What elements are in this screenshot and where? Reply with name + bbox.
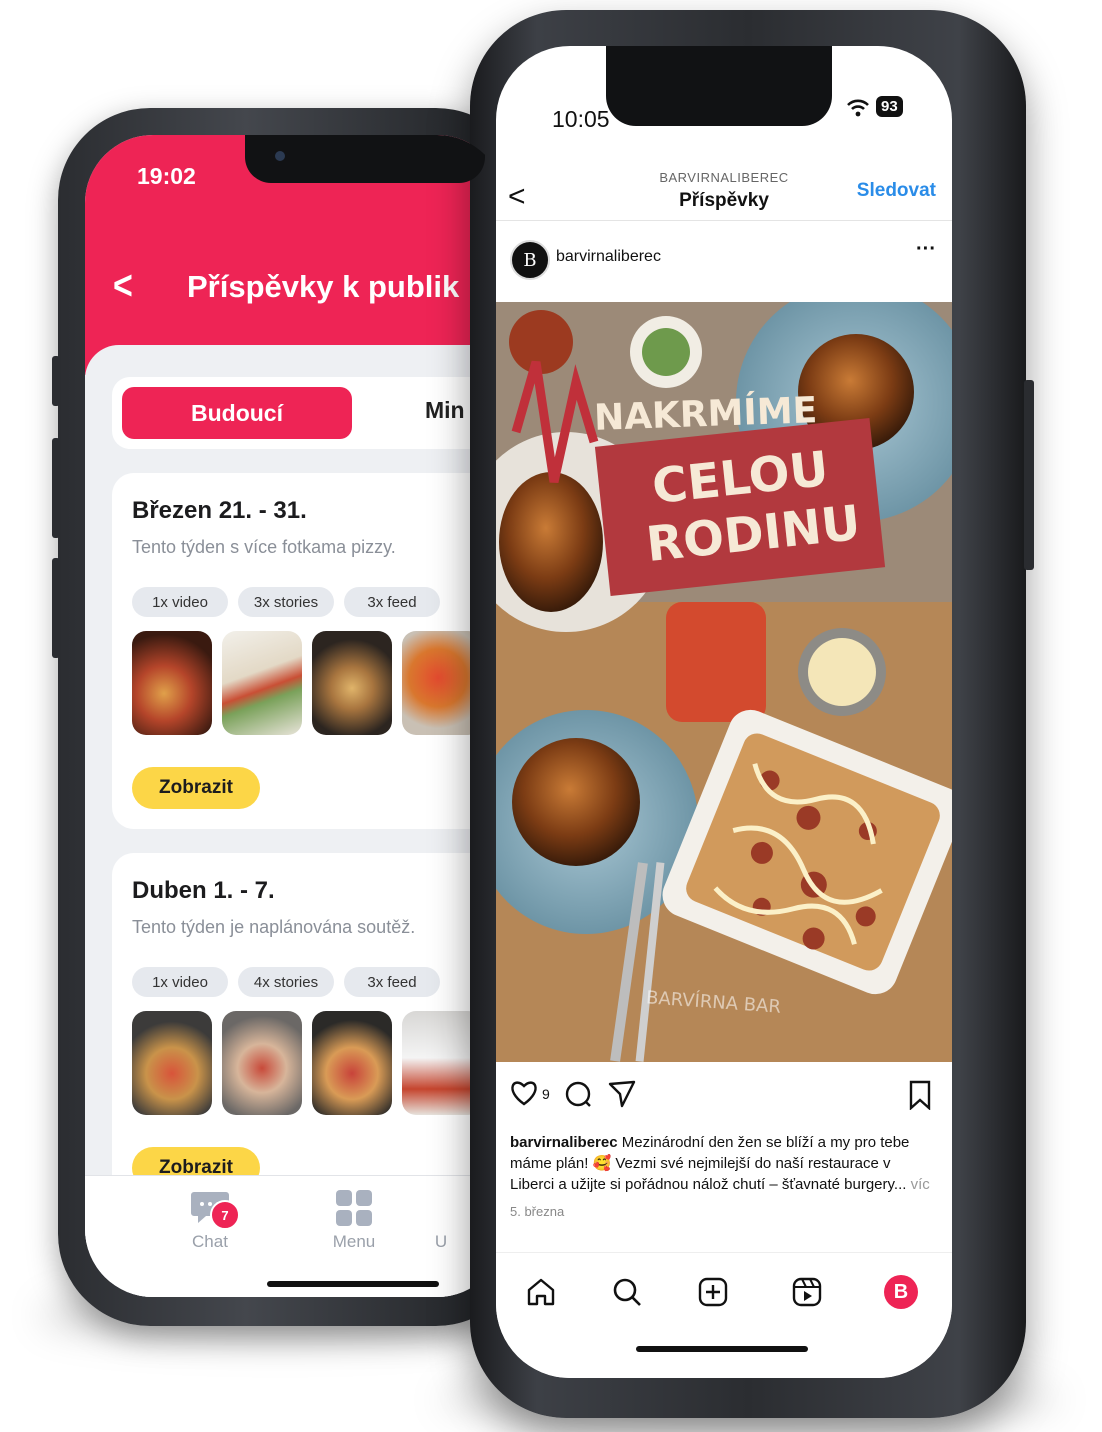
week-card-2[interactable]: Duben 1. - 7. Tento týden je naplánována… [112, 853, 505, 1213]
back-icon[interactable]: < [113, 263, 133, 310]
segmented-control: Budoucí Min [112, 377, 505, 449]
nav-menu[interactable]: Menu [309, 1190, 399, 1252]
user-icon [431, 1190, 451, 1226]
thumbnail-pizza-oven[interactable] [132, 631, 212, 735]
power-button [1024, 380, 1034, 570]
post-header: B barvirnaliberec ··· [496, 232, 952, 294]
chip-stories: 4x stories [238, 967, 334, 997]
thumbnail-pizza-hand[interactable] [312, 1011, 392, 1115]
status-time: 10:05 [552, 106, 610, 132]
thumbnail-pizza-phone[interactable] [222, 1011, 302, 1115]
bookmark-icon[interactable] [908, 1080, 932, 1115]
post-actions: 9 [496, 1066, 952, 1126]
chip-video: 1x video [132, 967, 228, 997]
notch [606, 46, 832, 126]
week-card-1[interactable]: Březen 21. - 31. Tento týden s více fotk… [112, 473, 505, 829]
comment-icon[interactable] [564, 1080, 592, 1113]
status-time: 19:02 [137, 163, 196, 189]
phone-right: 10:05 93 < BARVIRNALIBEREC Příspěvky Sle… [470, 10, 1034, 1418]
grid-icon [334, 1190, 374, 1226]
post-image[interactable]: NAKRMÍME CELOU RODINU BARVÍRNA BAR [496, 302, 952, 1062]
thumbnail-pizza-drink[interactable] [132, 1011, 212, 1115]
ig-header: < BARVIRNALIBEREC Příspěvky Sledovat [496, 158, 952, 221]
nav-chat[interactable]: 7 Chat [165, 1190, 255, 1252]
search-icon[interactable] [612, 1277, 642, 1312]
like-count: 9 [542, 1086, 550, 1102]
caption-more-link[interactable]: víc [911, 1176, 930, 1193]
chip-feed: 3x feed [344, 587, 440, 617]
profile-icon[interactable]: B [884, 1275, 918, 1309]
add-post-icon[interactable] [698, 1277, 728, 1312]
volume-down-button [52, 558, 60, 658]
more-options-icon[interactable]: ··· [916, 238, 936, 261]
show-button[interactable]: Zobrazit [132, 767, 260, 809]
home-indicator [636, 1346, 808, 1352]
volume-up-button [52, 438, 60, 538]
nav-user[interactable]: U [411, 1190, 471, 1252]
phone-left: 19:02 < Příspěvky k publik Budoucí Min B… [52, 108, 528, 1326]
battery-indicator: 93 [876, 96, 903, 117]
card-description: Tento týden je naplánována soutěž. [132, 917, 416, 937]
heart-icon[interactable] [510, 1080, 538, 1111]
page-title: Příspěvky k publik [187, 269, 460, 304]
bottom-nav: 7 Chat Menu U [85, 1175, 505, 1297]
notification-badge: 7 [210, 1200, 240, 1230]
screen-left: 19:02 < Příspěvky k publik Budoucí Min B… [85, 135, 505, 1297]
ig-bottom-nav: B [496, 1252, 952, 1378]
share-icon[interactable] [608, 1080, 636, 1113]
chip-stories: 3x stories [238, 587, 334, 617]
camera-icon [275, 151, 285, 161]
nav-label: Chat [192, 1232, 228, 1251]
thumbnail-pizza-cutter[interactable] [312, 631, 392, 735]
card-description: Tento týden s více fotkama pizzy. [132, 537, 396, 557]
tab-future[interactable]: Budoucí [122, 387, 352, 439]
card-title: Březen 21. - 31. [132, 497, 307, 524]
nav-label: U [434, 1232, 448, 1251]
wifi-icon [846, 98, 870, 123]
screen-right: 10:05 93 < BARVIRNALIBEREC Příspěvky Sle… [496, 46, 952, 1378]
avatar[interactable]: B [510, 240, 550, 280]
post-username[interactable]: barvirnaliberec [556, 248, 661, 266]
home-indicator [267, 1281, 439, 1287]
mute-button [52, 356, 60, 406]
tab-past[interactable]: Min [425, 397, 465, 424]
reels-icon[interactable] [792, 1277, 822, 1312]
notch [245, 135, 485, 183]
overlay-line-1: NAKRMÍME [593, 390, 818, 439]
card-title: Duben 1. - 7. [132, 877, 275, 904]
caption-username[interactable]: barvirnaliberec [510, 1134, 618, 1151]
nav-label: Menu [332, 1232, 376, 1251]
chip-video: 1x video [132, 587, 228, 617]
post-caption: barvirnaliberec Mezinárodní den žen se b… [510, 1132, 938, 1195]
chip-feed: 3x feed [344, 967, 440, 997]
post-date: 5. března [510, 1204, 565, 1219]
follow-button[interactable]: Sledovat [857, 180, 936, 202]
home-icon[interactable] [526, 1277, 556, 1312]
thumbnail-pizza-box[interactable] [222, 631, 302, 735]
content-area: Budoucí Min Březen 21. - 31. Tento týden… [85, 345, 505, 1297]
chat-icon: 7 [190, 1190, 240, 1230]
